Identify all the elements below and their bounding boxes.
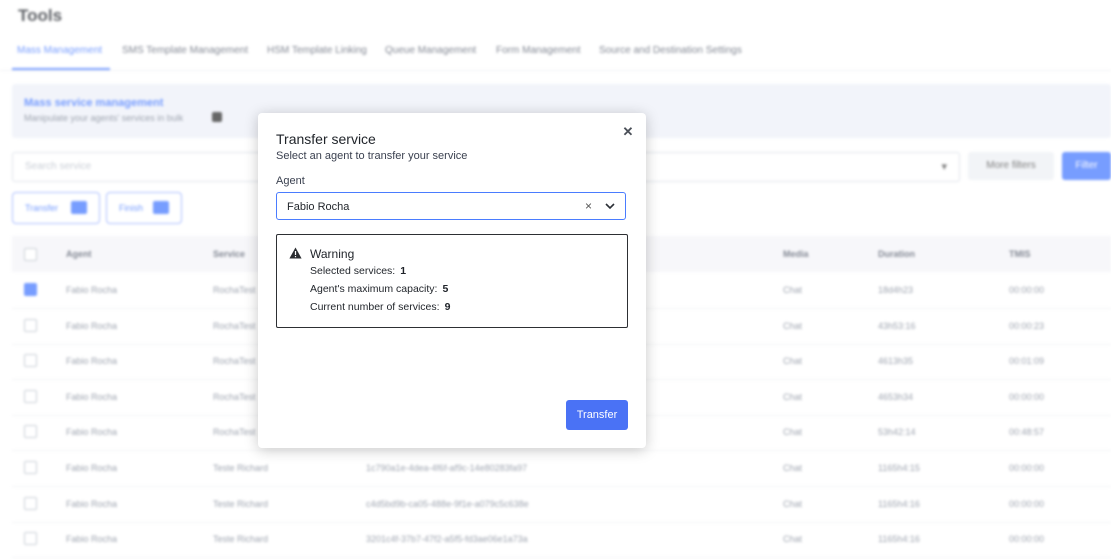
transfer-service-modal: Transfer service Select an agent to tran… — [258, 113, 646, 448]
selected-services-label: Selected services: — [310, 265, 396, 277]
max-capacity-line: Agent's maximum capacity: 5 — [310, 283, 448, 295]
agent-select[interactable]: Fabio Rocha × — [276, 192, 626, 220]
warning-box: Warning Selected services: 1 Agent's maxi… — [276, 234, 628, 328]
max-capacity-label: Agent's maximum capacity: — [310, 283, 438, 295]
close-icon[interactable]: ✕ — [620, 124, 636, 140]
selected-services-line: Selected services: 1 — [310, 265, 406, 277]
warning-title: Warning — [310, 247, 355, 261]
selected-services-value: 1 — [400, 265, 407, 277]
chevron-down-icon[interactable] — [603, 199, 617, 213]
agent-selected-value: Fabio Rocha — [287, 201, 350, 213]
clear-icon[interactable]: × — [585, 199, 592, 213]
current-services-line: Current number of services: 9 — [310, 301, 450, 313]
modal-subtitle: Select an agent to transfer your service — [276, 150, 468, 162]
agent-label: Agent — [276, 175, 305, 187]
transfer-button[interactable]: Transfer — [566, 400, 628, 430]
modal-title: Transfer service — [276, 131, 376, 147]
current-services-value: 9 — [444, 301, 451, 313]
warning-icon — [289, 247, 302, 259]
max-capacity-value: 5 — [442, 283, 449, 295]
current-services-label: Current number of services: — [310, 301, 440, 313]
